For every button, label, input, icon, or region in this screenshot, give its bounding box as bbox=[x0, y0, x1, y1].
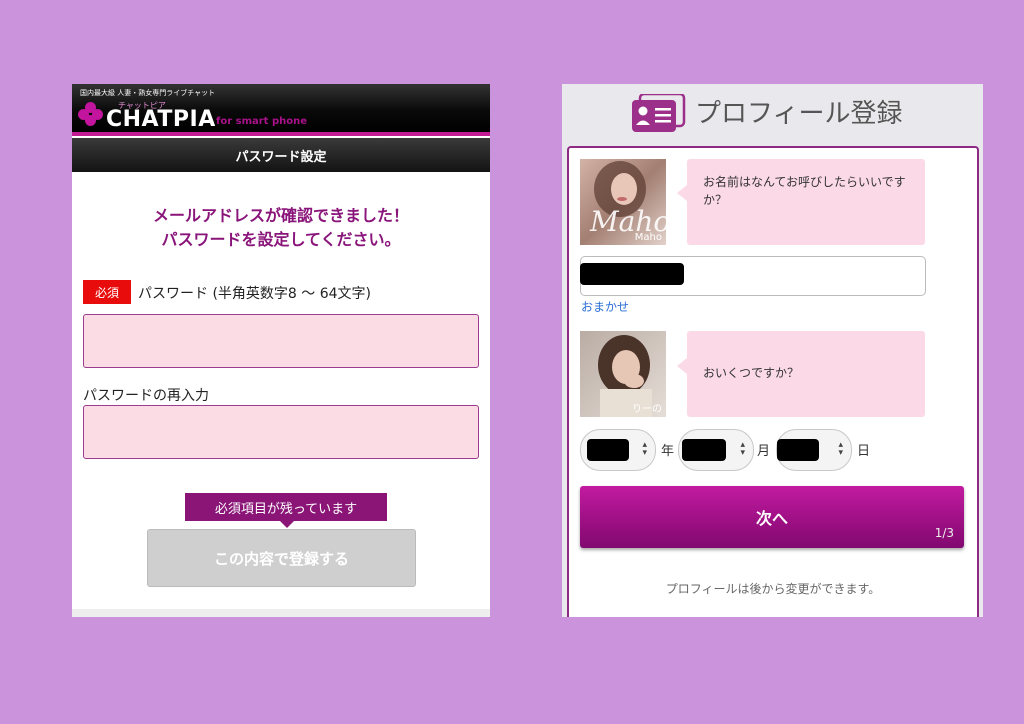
next-button-label: 次へ bbox=[755, 509, 788, 528]
password-confirm-label: パスワードの再入力 bbox=[83, 388, 209, 404]
redacted-name-value bbox=[580, 263, 684, 285]
birth-month-select[interactable]: ▴ ▾ bbox=[678, 429, 754, 471]
avatar-maho: Maho Maho bbox=[580, 159, 666, 245]
bubble-tail bbox=[677, 185, 687, 201]
brand-subtitle: for smart phone bbox=[216, 116, 307, 127]
page-title: パスワード設定 bbox=[72, 138, 490, 172]
confirmation-line-2: パスワードを設定してください。 bbox=[161, 230, 401, 249]
chat-bubble-age-question: おいくつですか？ bbox=[687, 331, 925, 417]
profile-page-title: プロフィール登録 bbox=[695, 99, 903, 129]
required-fields-tooltip: 必須項目が残っています bbox=[185, 493, 387, 521]
redacted-year-value bbox=[587, 439, 629, 461]
step-indicator: 1/3 bbox=[934, 526, 954, 540]
birth-year-select[interactable]: ▴ ▾ bbox=[580, 429, 656, 471]
select-chevron-icon: ▴ ▾ bbox=[642, 440, 647, 458]
month-unit: 月 bbox=[757, 444, 771, 459]
bubble-tail bbox=[677, 358, 687, 374]
avatar-maho-name: Maho bbox=[634, 232, 662, 243]
brand-logo: CHATPIA bbox=[106, 107, 216, 132]
required-badge: 必須 bbox=[83, 280, 131, 304]
redacted-day-value bbox=[777, 439, 819, 461]
profile-registration-screen: プロフィール登録 Maho Maho お名前はなんてお呼びしたらいいですか？ お… bbox=[562, 84, 983, 617]
profile-form: Maho Maho お名前はなんてお呼びしたらいいですか？ おまかせ りーの お… bbox=[567, 146, 979, 617]
site-header: 国内最大級 人妻・熟女専門ライブチャット チャットピア CHATPIA for … bbox=[72, 84, 490, 132]
tooltip-arrow bbox=[280, 521, 294, 528]
password-setup-screen: 国内最大級 人妻・熟女専門ライブチャット チャットピア CHATPIA for … bbox=[72, 84, 490, 617]
avatar-rino-name: りーの bbox=[632, 404, 662, 415]
year-unit: 年 bbox=[661, 444, 675, 459]
profile-edit-note: プロフィールは後から変更ができます。 bbox=[665, 582, 881, 596]
omakase-link[interactable]: おまかせ bbox=[581, 298, 629, 315]
confirmation-line-1: メールアドレスが確認できました！ bbox=[152, 206, 409, 225]
next-button[interactable]: 次へ 1/3 bbox=[580, 486, 964, 548]
avatar-rino: りーの bbox=[580, 331, 666, 417]
confirmation-message: メールアドレスが確認できました！ パスワードを設定してください。 bbox=[72, 204, 490, 252]
day-unit: 日 bbox=[857, 444, 871, 459]
flower-logo-icon bbox=[78, 102, 104, 126]
redacted-month-value bbox=[682, 439, 726, 461]
chat-bubble-name-question: お名前はなんてお呼びしたらいいですか？ bbox=[687, 159, 925, 245]
password-input[interactable] bbox=[83, 314, 479, 368]
site-tagline: 国内最大級 人妻・熟女専門ライブチャット bbox=[80, 89, 216, 97]
password-label: パスワード (半角英数字8 〜 64文字) bbox=[138, 286, 371, 302]
password-confirm-input[interactable] bbox=[83, 405, 479, 459]
register-button[interactable]: この内容で登録する bbox=[147, 529, 416, 587]
select-chevron-icon: ▴ ▾ bbox=[740, 440, 745, 458]
birth-day-select[interactable]: ▴ ▾ bbox=[776, 429, 852, 471]
profile-header: プロフィール登録 bbox=[562, 84, 983, 144]
footer-strip bbox=[72, 609, 490, 617]
profile-card-icon bbox=[632, 94, 686, 132]
select-chevron-icon: ▴ ▾ bbox=[838, 440, 843, 458]
